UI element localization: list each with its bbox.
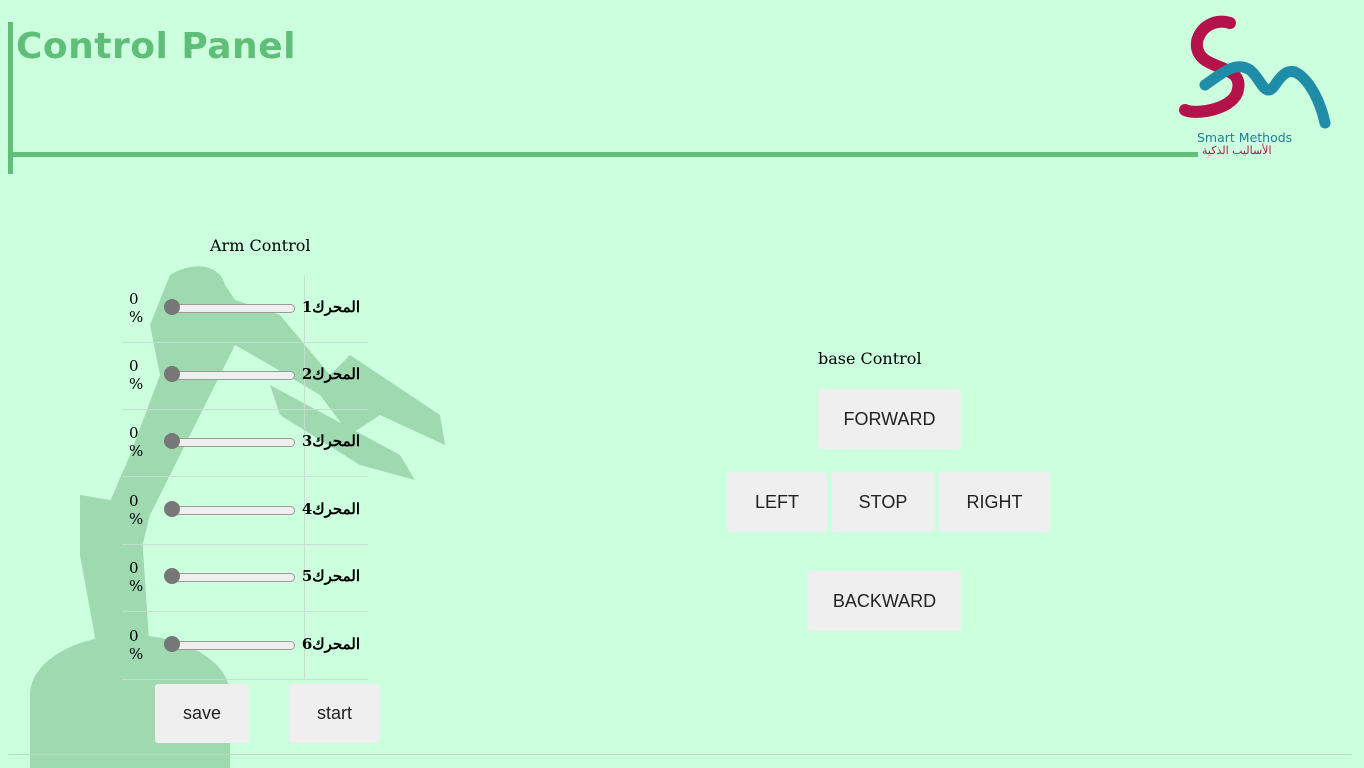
motor-1-slider[interactable] — [164, 299, 295, 315]
motor-1-percent-value: 0 — [129, 290, 139, 308]
logo-text-en: Smart Methods — [1197, 130, 1293, 145]
slider-track — [172, 371, 295, 380]
motor-1-percent-unit: % — [129, 308, 144, 326]
slider-track — [172, 506, 295, 515]
slider-track — [172, 304, 295, 313]
backward-button[interactable]: BACKWARD — [808, 571, 961, 631]
base-control-title: base Control — [818, 349, 922, 368]
motor-2-slider[interactable] — [164, 366, 295, 382]
motor-row-1: 0 % المحرك1 — [122, 275, 368, 343]
slider-thumb[interactable] — [164, 433, 180, 449]
motor-4-slider[interactable] — [164, 501, 295, 517]
save-button[interactable]: save — [155, 684, 249, 743]
start-button[interactable]: start — [289, 684, 380, 743]
slider-track — [172, 573, 295, 582]
slider-thumb[interactable] — [164, 366, 180, 382]
motor-row-2: 0 % المحرك2 — [122, 342, 368, 410]
motor-5-label: المحرك5 — [301, 567, 360, 585]
logo-text-ar: الأساليب الذكية — [1202, 144, 1272, 157]
motor-5-percent-value: 0 — [129, 559, 139, 577]
left-button[interactable]: LEFT — [727, 472, 827, 532]
slider-thumb[interactable] — [164, 501, 180, 517]
motor-3-percent-value: 0 — [129, 424, 139, 442]
motor-5-percent-unit: % — [129, 577, 144, 595]
motor-5-slider[interactable] — [164, 568, 295, 584]
motor-2-label: المحرك2 — [301, 365, 360, 383]
motor-6-percent-unit: % — [129, 645, 144, 663]
motor-4-label: المحرك4 — [301, 500, 360, 518]
motor-3-label: المحرك3 — [301, 432, 360, 450]
slider-thumb[interactable] — [164, 636, 180, 652]
motor-4-percent-value: 0 — [129, 492, 139, 510]
footer-divider — [8, 754, 1352, 755]
slider-thumb[interactable] — [164, 299, 180, 315]
motor-6-slider[interactable] — [164, 636, 295, 652]
slider-track — [172, 641, 295, 650]
stop-button[interactable]: STOP — [831, 472, 935, 532]
motor-6-label: المحرك6 — [301, 635, 360, 653]
motor-row-3: 0 % المحرك3 — [122, 409, 368, 477]
right-button[interactable]: RIGHT — [939, 472, 1050, 532]
slider-track — [172, 438, 295, 447]
motor-row-5: 0 % المحرك5 — [122, 544, 368, 612]
slider-thumb[interactable] — [164, 568, 180, 584]
motor-2-percent-value: 0 — [129, 357, 139, 375]
motor-1-label: المحرك1 — [301, 298, 360, 316]
motor-3-percent-unit: % — [129, 442, 144, 460]
forward-button[interactable]: FORWARD — [818, 389, 961, 449]
header-bottom-bar — [8, 152, 1198, 157]
motor-4-percent-unit: % — [129, 510, 144, 528]
motor-2-percent-unit: % — [129, 375, 144, 393]
motor-6-percent-value: 0 — [129, 627, 139, 645]
motor-row-4: 0 % المحرك4 — [122, 477, 368, 545]
arm-control-title: Arm Control — [210, 236, 311, 255]
page-title: Control Panel — [16, 26, 296, 67]
motor-3-slider[interactable] — [164, 433, 295, 449]
motor-row-6: 0 % المحرك6 — [122, 612, 368, 680]
